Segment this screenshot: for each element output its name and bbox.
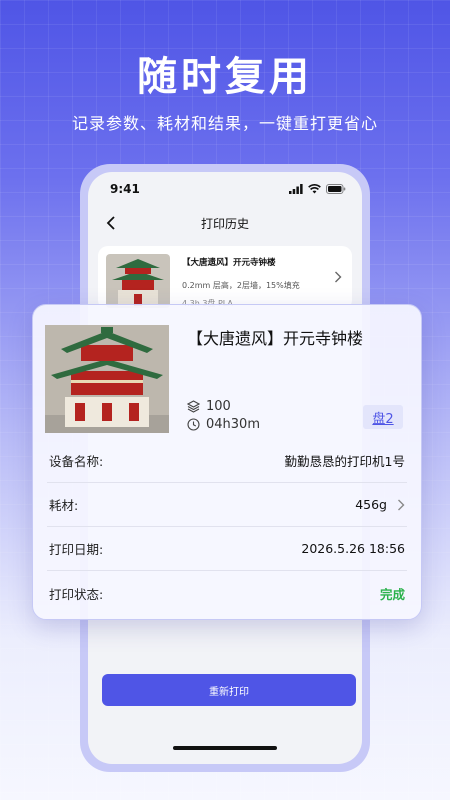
device-name-label: 设备名称:: [49, 454, 104, 469]
history-item-title: 【大唐遗风】开元寺钟楼: [182, 258, 276, 268]
layers-icon: [187, 399, 200, 413]
model-title: 【大唐遗风】开元寺钟楼: [187, 329, 364, 348]
filament-value: 456g: [355, 497, 387, 512]
device-name-value: 勤勤恳恳的打印机1号: [284, 454, 405, 469]
home-indicator: [173, 746, 277, 750]
filament-label: 耗材:: [49, 498, 79, 513]
detail-header: 【大唐遗风】开元寺钟楼 100 04h30m 盘2: [33, 305, 421, 433]
device-name-row: 设备名称: 勤勤恳恳的打印机1号: [47, 439, 407, 483]
back-button[interactable]: [102, 214, 120, 232]
duration-value: 04h30m: [206, 416, 260, 432]
nav-title: 打印历史: [200, 216, 249, 231]
print-status-row: 打印状态: 完成: [47, 571, 407, 615]
detail-rows: 设备名称: 勤勤恳恳的打印机1号 耗材: 456g 打印日期: 2026.5.2…: [47, 439, 407, 615]
print-status-value: 完成: [379, 586, 405, 602]
status-time: 9:41: [110, 182, 140, 196]
layers-stat: 100: [187, 397, 260, 415]
history-item-desc: 0.2mm 层高，2层墙，15%填充: [182, 281, 300, 290]
print-date-value: 2026.5.26 18:56: [301, 541, 405, 556]
nav-bar: 打印历史: [88, 206, 362, 240]
status-bar: 9:41: [88, 172, 362, 206]
history-thumbnail: [106, 254, 170, 308]
print-status-label: 打印状态:: [49, 586, 104, 602]
status-icons: [289, 184, 346, 194]
promo-subline: 记录参数、耗材和结果，一键重打更省心: [71, 114, 378, 133]
print-date-row: 打印日期: 2026.5.26 18:56: [47, 527, 407, 571]
chevron-left-icon: [106, 216, 115, 230]
wifi-icon: [308, 184, 321, 194]
chevron-right-icon: [398, 499, 405, 510]
filament-row[interactable]: 耗材: 456g: [47, 483, 407, 527]
clock-icon: [187, 417, 200, 431]
duration-stat: 04h30m: [187, 415, 260, 433]
print-date-label: 打印日期:: [49, 542, 104, 557]
battery-icon: [326, 184, 346, 194]
plate-badge[interactable]: 盘2: [363, 405, 403, 429]
model-stats: 100 04h30m: [187, 397, 260, 433]
promo-headline: 随时复用: [137, 54, 313, 100]
model-thumbnail: [45, 325, 169, 433]
filament-value-wrap: 456g: [355, 497, 405, 512]
layers-value: 100: [206, 398, 231, 414]
signal-icon: [289, 184, 303, 194]
print-detail-card: 【大唐遗风】开元寺钟楼 100 04h30m 盘2 设备名称: 勤勤恳恳的打印机…: [32, 304, 422, 620]
reprint-button[interactable]: 重新打印: [102, 674, 356, 706]
chevron-right-icon: [334, 268, 342, 287]
history-list-item[interactable]: 【大唐遗风】开元寺钟楼 0.2mm 层高，2层墙，15%填充 4.3h 3盘 P…: [98, 246, 352, 310]
